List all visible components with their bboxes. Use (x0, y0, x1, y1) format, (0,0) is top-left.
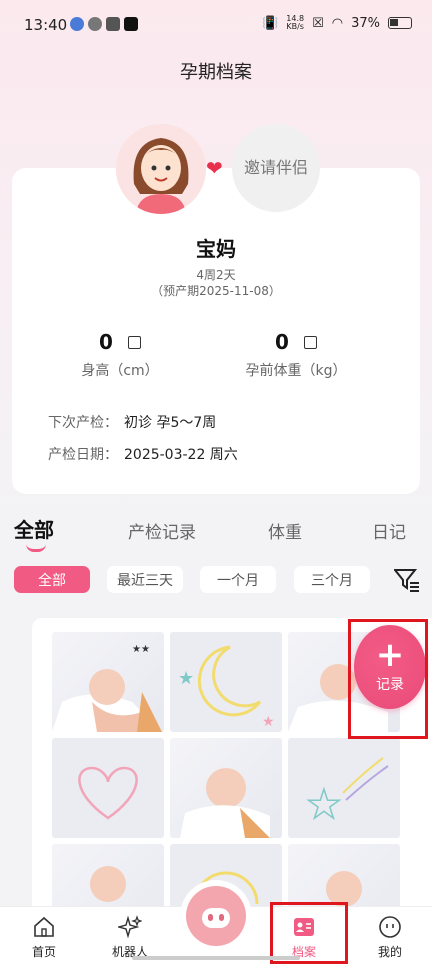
photo-tile[interactable]: ★ ★ (170, 632, 282, 732)
checkup-date-row: 产检日期： 2025-03-22 周六 (48, 444, 238, 464)
sleeping-baby-icon: ★★ (52, 644, 162, 732)
notification-icons (70, 17, 138, 31)
sparkle-icon (118, 915, 142, 939)
weight-value: 0 (274, 330, 289, 354)
filter-all[interactable]: 全部 (14, 566, 90, 593)
category-tabs: 全部 产检记录 体重 日记 (0, 514, 432, 558)
tab-weight[interactable]: 体重 (268, 518, 302, 543)
tab-diary[interactable]: 日记 (372, 518, 406, 543)
next-checkup-value: 初诊 孕5～7周 (124, 415, 217, 431)
heart-sticker-icon (78, 766, 138, 820)
home-icon (34, 916, 54, 937)
next-checkup-label: 下次产检： (48, 415, 118, 431)
invite-partner-button[interactable]: 邀请伴侣 (232, 124, 320, 212)
svg-text:★: ★ (262, 714, 275, 730)
time-filters: 全部 最近三天 一个月 三个月 (0, 566, 432, 596)
tab-checkup-records[interactable]: 产检记录 (128, 518, 196, 543)
mother-avatar-icon (116, 124, 206, 214)
pregnancy-week: 4周2天 (196, 268, 236, 282)
photo-tile[interactable] (288, 844, 400, 908)
page-title: 孕期档案 (180, 62, 252, 83)
photo-tile[interactable]: ★ (288, 738, 400, 838)
edit-icon[interactable] (304, 336, 317, 349)
battery-icon (388, 17, 412, 29)
filter-three-months[interactable]: 三个月 (294, 566, 370, 593)
nav-home[interactable]: 首页 (4, 915, 84, 960)
app-notification-icon (88, 17, 102, 31)
height-value: 0 (98, 330, 113, 354)
nav-mine[interactable]: 我的 (350, 915, 430, 960)
filter-icon[interactable] (394, 568, 420, 592)
svg-text:★: ★ (178, 668, 194, 689)
profile-face-icon (379, 916, 401, 938)
nav-home-label: 首页 (31, 945, 56, 959)
sim-x-icon: ☒ (312, 15, 324, 31)
highlight-box (270, 902, 348, 964)
wifi-icon: ◠ (331, 15, 344, 31)
network-speed: 14.8 KB/s (286, 15, 304, 31)
tab-all[interactable]: 全部 (14, 514, 54, 543)
height-label: 身高（cm） (81, 363, 159, 379)
robot-icon (186, 886, 246, 946)
sleeping-baby-icon (180, 768, 270, 838)
next-checkup-row: 下次产检： 初诊 孕5～7周 (48, 412, 216, 432)
svg-text:★: ★ (306, 782, 342, 828)
checkup-date-value: 2025-03-22 周六 (124, 447, 238, 463)
highlight-box (348, 619, 428, 739)
network-speed-unit: KB/s (286, 22, 304, 31)
active-tab-indicator (26, 544, 46, 552)
home-indicator (132, 956, 300, 960)
mail-icon (106, 17, 120, 31)
due-date: （预产期2025-11-08） (151, 284, 281, 298)
photo-tile[interactable] (52, 844, 164, 908)
checkup-date-label: 产检日期： (48, 447, 118, 463)
robot-assistant-button[interactable] (180, 880, 252, 952)
robot-face (202, 908, 230, 928)
status-time: 13:40 (24, 16, 68, 34)
photo-tile[interactable] (52, 738, 164, 838)
photo-tile[interactable] (170, 738, 282, 838)
sleeping-baby-icon (90, 866, 126, 902)
weight-label: 孕前体重（kg） (245, 363, 347, 379)
svg-text:★★: ★★ (132, 644, 150, 655)
nav-robot[interactable]: 机器人 (90, 915, 170, 960)
status-right: 📳 14.8 KB/s ☒ ◠ 37% (262, 15, 412, 31)
heart-icon: ❤ (206, 156, 223, 180)
app-notification-icon (70, 17, 84, 31)
tiktok-icon (124, 17, 138, 31)
sleeping-baby-icon (326, 871, 362, 907)
shooting-star-sticker-icon: ★ (305, 757, 389, 829)
edit-icon[interactable] (128, 336, 141, 349)
filter-last-3-days[interactable]: 最近三天 (107, 566, 183, 593)
weight-metric[interactable]: 0 孕前体重（kg） (196, 330, 396, 380)
height-metric[interactable]: 0 身高（cm） (20, 330, 220, 380)
avatar[interactable] (116, 124, 206, 214)
nickname: 宝妈 (196, 237, 236, 261)
photo-tile[interactable]: ★★ (52, 632, 164, 732)
moon-sticker-icon: ★ ★ (178, 645, 275, 730)
status-bar: 13:40 📳 14.8 KB/s ☒ ◠ 37% (0, 0, 432, 48)
filter-one-month[interactable]: 一个月 (200, 566, 276, 593)
battery-percent: 37% (351, 15, 380, 31)
vibrate-icon: 📳 (262, 15, 279, 31)
nav-mine-label: 我的 (377, 945, 402, 959)
